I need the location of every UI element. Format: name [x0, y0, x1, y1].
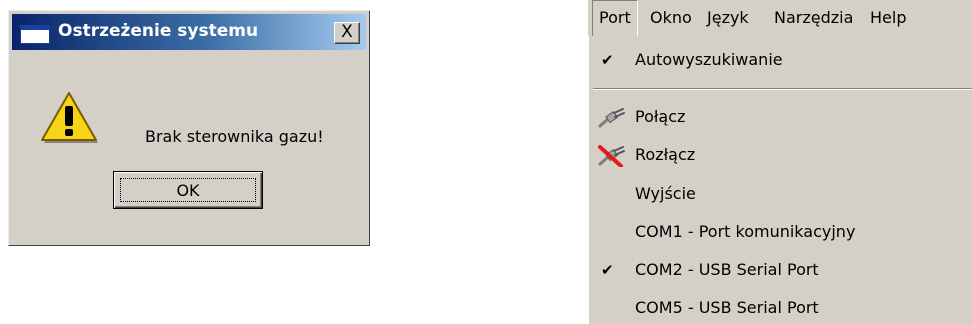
- menu-narzedzia[interactable]: Narzędzia: [768, 0, 859, 36]
- menu-item-label: COM2 - USB Serial Port: [635, 260, 819, 279]
- window-icon: [20, 25, 50, 44]
- menu-item-label: Autowyszukiwanie: [635, 50, 783, 69]
- menu-item-label: COM5 - USB Serial Port: [635, 298, 819, 317]
- menu-item-label: Rozłącz: [635, 145, 696, 164]
- menu-help[interactable]: Help: [864, 0, 912, 36]
- dialog-message: Brak sterownika gazu!: [145, 127, 324, 146]
- menu-item-autowyszukiwanie[interactable]: ✔ Autowyszukiwanie: [589, 44, 972, 76]
- menu-okno[interactable]: Okno: [644, 0, 698, 36]
- menu-item-wyjscie[interactable]: Wyjście: [589, 178, 972, 210]
- dialog-titlebar[interactable]: Ostrzeżenie systemu X: [12, 14, 366, 50]
- menu-separator: [593, 88, 972, 90]
- menu-port[interactable]: Port: [592, 0, 638, 36]
- port-dropdown-menu: ✔ Autowyszukiwanie Połącz Rozłącz Wyjści…: [588, 36, 972, 324]
- disconnect-plug-icon: [598, 145, 625, 167]
- menu-item-com1[interactable]: COM1 - Port komunikacyjny: [589, 216, 972, 248]
- system-warning-dialog: Ostrzeżenie systemu X Brak sterownika ga…: [8, 10, 370, 246]
- check-icon: ✔: [601, 261, 614, 279]
- menu-item-com2[interactable]: ✔ COM2 - USB Serial Port: [589, 254, 972, 286]
- menu-jezyk[interactable]: Język: [701, 0, 755, 36]
- check-icon: ✔: [601, 51, 614, 69]
- dialog-title: Ostrzeżenie systemu: [58, 21, 259, 41]
- menu-item-label: COM1 - Port komunikacyjny: [635, 222, 856, 241]
- connect-plug-icon: [598, 108, 625, 128]
- menu-bar: Port Okno Język Narzędzia Help: [588, 0, 972, 36]
- menu-item-polacz[interactable]: Połącz: [589, 101, 972, 133]
- menu-item-rozlacz[interactable]: Rozłącz: [589, 139, 972, 171]
- close-button[interactable]: X: [334, 22, 360, 44]
- menu-item-com5[interactable]: COM5 - USB Serial Port: [589, 292, 972, 324]
- menu-item-label: Wyjście: [635, 184, 696, 203]
- warning-icon: [41, 92, 98, 143]
- menu-item-label: Połącz: [635, 107, 686, 126]
- ok-button-label: OK: [120, 178, 256, 202]
- ok-button[interactable]: OK: [113, 171, 263, 209]
